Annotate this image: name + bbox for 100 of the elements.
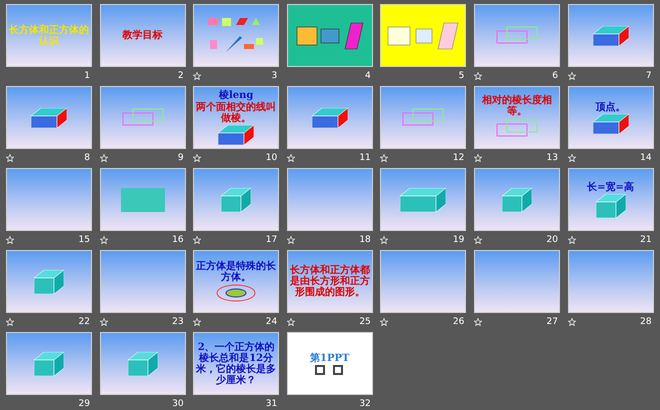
slide-thumbnail[interactable]	[100, 168, 186, 231]
slide-text: 两个面相交的线叫做棱。	[196, 102, 276, 124]
slide-number: 2	[178, 71, 185, 81]
slide-text: 正方体是特殊的长方体。	[196, 261, 276, 283]
slide-thumbnail[interactable]: 教学目标	[100, 4, 186, 67]
star-icon	[380, 236, 388, 244]
slide-thumbnail[interactable]	[100, 332, 186, 395]
slide-number: 32	[359, 399, 372, 409]
slide-thumbnail[interactable]	[474, 168, 560, 231]
slide-number: 10	[266, 153, 278, 163]
slide-number: 14	[640, 153, 653, 163]
star-icon	[100, 318, 108, 326]
slide-number: 30	[172, 399, 185, 409]
star-icon	[100, 236, 108, 244]
slide-number: 13	[546, 153, 559, 163]
slide-thumbnail[interactable]	[286, 168, 373, 231]
slide-number: 31	[266, 399, 278, 409]
slide-thumbnail[interactable]: 正方体是特殊的长方体。	[193, 250, 280, 313]
slide-number: 16	[172, 235, 185, 245]
slide-number: 25	[359, 317, 372, 327]
slide-thumbnail[interactable]	[6, 168, 92, 231]
slide-text: 第1PPT	[310, 352, 350, 364]
slide-thumbnail[interactable]	[6, 332, 92, 395]
slide-number: 21	[640, 235, 653, 245]
slide-number: 22	[78, 317, 91, 327]
slide-thumbnail[interactable]: 第1PPT	[286, 332, 373, 395]
slide-thumbnail[interactable]: 棱leng 两个面相交的线叫做棱。	[193, 86, 280, 149]
star-icon	[6, 154, 14, 162]
slide-number: 1	[84, 71, 91, 81]
cuboid-drawing	[34, 352, 64, 376]
star-icon	[568, 318, 576, 326]
slide-number: 27	[546, 317, 559, 327]
slide-number: 12	[452, 153, 466, 163]
slide-text: 长方体和正方体的认识	[9, 24, 89, 46]
slide-thumbnail[interactable]: 长方体和正方体都是由长方形和正方形围成的图形。	[286, 250, 373, 313]
star-icon	[380, 154, 388, 162]
slide-thumbnail[interactable]	[286, 86, 373, 149]
slide-thumbnail[interactable]	[193, 168, 280, 231]
slide-thumbnail[interactable]	[380, 168, 466, 231]
slide-thumbnail[interactable]	[193, 4, 280, 67]
cuboid-drawing	[596, 194, 626, 218]
slide-thumbnail[interactable]	[6, 250, 92, 313]
slide-number: 24	[266, 317, 278, 327]
slide-text: 长方体和正方体都是由长方形和正方形围成的图形。	[290, 265, 370, 298]
slide-number: 3	[271, 71, 278, 81]
star-icon	[6, 236, 14, 244]
slide-text: 顶点。	[596, 102, 626, 112]
slide-number: 20	[546, 235, 559, 245]
slide-thumbnail[interactable]	[100, 250, 186, 313]
slide-thumbnail[interactable]	[568, 4, 654, 67]
cuboid-drawing	[400, 188, 446, 212]
slide-thumbnail[interactable]	[568, 250, 654, 313]
slide-thumbnail[interactable]	[474, 4, 560, 67]
cuboid-drawing	[218, 125, 254, 145]
star-icon	[474, 72, 482, 80]
slide-text: 教学目标	[122, 30, 163, 41]
star-icon	[380, 318, 388, 326]
star-icon	[568, 154, 576, 162]
slide-number: 23	[172, 317, 185, 327]
slide-thumbnail[interactable]: 长=宽=高	[568, 168, 654, 231]
slide-number: 6	[552, 71, 559, 81]
ellipses-drawing	[216, 284, 256, 302]
star-icon	[286, 154, 295, 162]
slide-thumbnail[interactable]: 2、一个正方体的棱长总和是12分米，它的棱长是多少厘米？	[193, 332, 280, 395]
slide-number: 26	[452, 317, 466, 327]
slide-thumbnail[interactable]	[286, 4, 373, 67]
star-icon	[474, 236, 482, 244]
cuboid-drawing	[128, 352, 158, 376]
star-icon	[193, 72, 202, 80]
slide-number: 15	[78, 235, 91, 245]
cuboid-drawing	[221, 188, 252, 212]
slide-number: 18	[359, 235, 372, 245]
slide-number: 19	[452, 235, 466, 245]
star-icon	[474, 154, 482, 162]
cuboid-drawing	[592, 26, 629, 46]
slide-text: 长=宽=高	[587, 182, 634, 192]
slide-number: 11	[359, 153, 372, 163]
slide-number: 8	[84, 153, 91, 163]
slide-thumbnail[interactable]	[380, 250, 466, 313]
slide-text: 棱leng	[218, 90, 254, 101]
slide-thumbnail[interactable]: 顶点。	[568, 86, 654, 149]
slide-number: 28	[640, 317, 653, 327]
slide-thumbnail[interactable]	[6, 86, 92, 149]
cuboid-drawing	[34, 270, 64, 294]
slide-thumbnail[interactable]: 相对的棱长度相等。	[474, 86, 560, 149]
cuboid-drawing	[592, 114, 629, 134]
cuboid-drawing	[502, 188, 532, 212]
slide-thumbnail[interactable]	[380, 4, 466, 67]
slide-text: 2、一个正方体的棱长总和是12分米，它的棱长是多少厘米？	[196, 342, 276, 386]
frame-drawing	[494, 24, 539, 46]
slide-thumbnail[interactable]	[380, 86, 466, 149]
star-icon	[474, 318, 482, 326]
rectangle-drawing	[120, 188, 165, 212]
slide-thumbnail[interactable]	[474, 250, 560, 313]
slide-thumbnail[interactable]	[100, 86, 186, 149]
frame-drawing	[401, 106, 446, 128]
star-icon	[286, 236, 295, 244]
slide-number: 4	[365, 71, 372, 81]
slide-text: 相对的棱长度相等。	[480, 95, 553, 117]
star-icon	[193, 236, 202, 244]
